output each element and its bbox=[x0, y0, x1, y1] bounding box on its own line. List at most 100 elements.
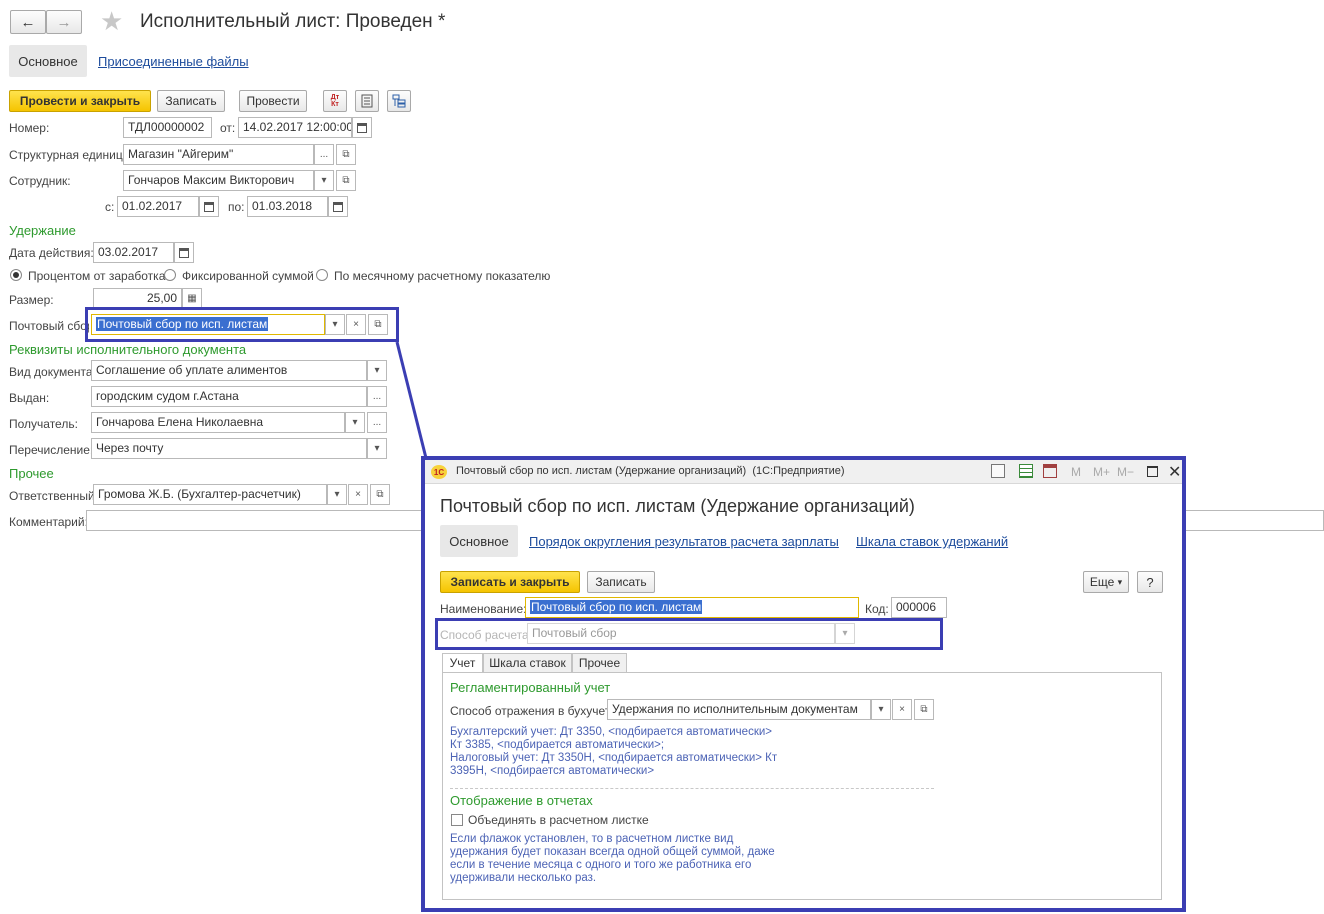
accounting-line: Бухгалтерский учет: Дт 3350, <подбираетс… bbox=[450, 726, 772, 738]
open-icon[interactable]: ⧉ bbox=[336, 144, 356, 165]
calendar-icon[interactable] bbox=[1043, 464, 1057, 478]
maximize-icon[interactable] bbox=[1147, 466, 1158, 477]
dialog-tab-main[interactable]: Основное bbox=[440, 525, 518, 557]
select-ellipsis-icon[interactable]: ... bbox=[367, 412, 387, 433]
radio-fixed[interactable] bbox=[164, 269, 176, 281]
radio-mrp[interactable] bbox=[316, 269, 328, 281]
highlight-frame-postal bbox=[85, 307, 399, 342]
code-label: Код: bbox=[865, 602, 889, 616]
doc-type-label: Вид документа: bbox=[9, 365, 96, 379]
radio-mrp-label: По месячному расчетному показателю bbox=[334, 269, 551, 283]
period-from-field[interactable]: 01.02.2017 bbox=[117, 196, 199, 217]
combine-checkbox[interactable] bbox=[451, 814, 463, 826]
app-logo-icon: 1С bbox=[431, 465, 447, 479]
inner-tab-other[interactable]: Прочее bbox=[572, 653, 627, 673]
dialog-window: 1С Почтовый сбор по исп. листам (Удержан… bbox=[421, 456, 1186, 912]
print-icon[interactable] bbox=[991, 464, 1005, 478]
combine-label: Объединять в расчетном листке bbox=[468, 813, 649, 827]
note-line: Если флажок установлен, то в расчетном л… bbox=[450, 833, 734, 845]
comment-field[interactable] bbox=[86, 510, 424, 531]
app-logo-text: 1С bbox=[433, 467, 445, 477]
clear-icon[interactable]: × bbox=[348, 484, 368, 505]
tab-main-label: Основное bbox=[18, 53, 78, 69]
star-icon[interactable]: ★ bbox=[100, 6, 123, 37]
period-from-label: с: bbox=[105, 200, 115, 214]
period-to-field[interactable]: 01.03.2018 bbox=[247, 196, 328, 217]
section-reports: Отображение в отчетах bbox=[450, 793, 593, 808]
save-button[interactable]: Записать bbox=[157, 90, 225, 112]
dialog-titlebar: 1С Почтовый сбор по исп. листам (Удержан… bbox=[425, 460, 1182, 484]
code-field[interactable]: 000006 bbox=[891, 597, 947, 618]
reflect-field[interactable]: Удержания по исполнительным документам bbox=[607, 699, 871, 720]
size-field[interactable]: 25,00 bbox=[93, 288, 182, 309]
dialog-save-button[interactable]: Записать bbox=[587, 571, 655, 593]
calculator-icon[interactable]: ▦ bbox=[182, 288, 202, 309]
inner-tab-scale[interactable]: Шкала ставок bbox=[483, 653, 572, 673]
section-deduction: Удержание bbox=[9, 223, 76, 238]
memory-mminus-button[interactable]: M− bbox=[1117, 465, 1134, 479]
open-icon[interactable]: ⧉ bbox=[336, 170, 356, 191]
memory-m-button[interactable]: M bbox=[1071, 465, 1081, 479]
employee-field[interactable]: Гончаров Максим Викторович bbox=[123, 170, 314, 191]
radio-percent[interactable] bbox=[10, 269, 22, 281]
action-date-label: Дата действия: bbox=[9, 246, 94, 260]
forward-button[interactable]: → bbox=[46, 10, 82, 34]
issued-label: Выдан: bbox=[9, 391, 50, 405]
more-button[interactable]: Еще ▾ bbox=[1083, 571, 1129, 593]
calendar-icon[interactable] bbox=[328, 196, 348, 217]
post-and-close-button[interactable]: Провести и закрыть bbox=[9, 90, 151, 112]
radio-fixed-label: Фиксированной суммой bbox=[182, 269, 314, 283]
inner-tab-account[interactable]: Учет bbox=[442, 653, 483, 673]
save-and-close-button[interactable]: Записать и закрыть bbox=[440, 571, 580, 593]
name-field[interactable]: Почтовый сбор по исп. листам bbox=[525, 597, 859, 618]
help-button[interactable]: ? bbox=[1137, 571, 1163, 593]
dtkt-icon-text: Дт Кт bbox=[330, 94, 340, 108]
responsible-field[interactable]: Громова Ж.Б. (Бухгалтер-расчетчик) bbox=[93, 484, 327, 505]
recipient-field[interactable]: Гончарова Елена Николаевна bbox=[91, 412, 345, 433]
chevron-down-icon[interactable] bbox=[345, 412, 365, 433]
open-icon[interactable]: ⧉ bbox=[370, 484, 390, 505]
issued-field[interactable]: городским судом г.Астана bbox=[91, 386, 367, 407]
back-button[interactable]: ← bbox=[10, 10, 46, 34]
spreadsheet-icon[interactable] bbox=[1019, 464, 1033, 478]
post-button[interactable]: Провести bbox=[239, 90, 307, 112]
number-field[interactable]: ТДЛ00000002 bbox=[123, 117, 212, 138]
action-date-field[interactable]: 03.02.2017 bbox=[93, 242, 174, 263]
comment-field-overflow bbox=[1180, 510, 1324, 531]
chevron-down-icon[interactable] bbox=[314, 170, 334, 191]
dtkt-icon[interactable]: Дт Кт bbox=[323, 90, 347, 112]
structure-icon[interactable] bbox=[387, 90, 411, 112]
unit-label: Структурная единица: bbox=[9, 148, 133, 162]
unit-field[interactable]: Магазин "Айгерим" bbox=[123, 144, 314, 165]
radio-percent-label: Процентом от заработка bbox=[28, 269, 166, 283]
dialog-tab-scale[interactable]: Шкала ставок удержаний bbox=[856, 534, 1008, 549]
tab-attached-files[interactable]: Присоединенные файлы bbox=[98, 54, 249, 69]
dialog-tab-rounding[interactable]: Порядок округления результатов расчета з… bbox=[529, 534, 839, 549]
select-ellipsis-icon[interactable]: ... bbox=[314, 144, 334, 165]
highlight-frame-method bbox=[435, 618, 943, 650]
doc-type-field[interactable]: Соглашение об уплате алиментов bbox=[91, 360, 367, 381]
chevron-down-icon[interactable] bbox=[367, 360, 387, 381]
date-field[interactable]: 14.02.2017 12:00:00 bbox=[238, 117, 352, 138]
dialog-title: Почтовый сбор по исп. листам (Удержание … bbox=[440, 496, 915, 516]
reflect-label: Способ отражения в бухучете: bbox=[450, 704, 621, 718]
close-icon[interactable]: ✕ bbox=[1168, 462, 1181, 482]
open-icon[interactable]: ⧉ bbox=[914, 699, 934, 720]
calendar-icon[interactable] bbox=[174, 242, 194, 263]
responsible-label: Ответственный: bbox=[9, 489, 99, 503]
memory-mplus-button[interactable]: M+ bbox=[1093, 465, 1110, 479]
transfer-field[interactable]: Через почту bbox=[91, 438, 367, 459]
transfer-label: Перечисление: bbox=[9, 443, 94, 457]
section-doc: Реквизиты исполнительного документа bbox=[9, 342, 247, 357]
clear-icon[interactable]: × bbox=[892, 699, 912, 720]
chevron-down-icon[interactable] bbox=[367, 438, 387, 459]
note-line: удержания будет показан всегда одной общ… bbox=[450, 846, 775, 858]
select-ellipsis-icon[interactable]: ... bbox=[367, 386, 387, 407]
calendar-icon[interactable] bbox=[352, 117, 372, 138]
chevron-down-icon[interactable] bbox=[327, 484, 347, 505]
postal-label: Почтовый сбор: bbox=[9, 319, 89, 333]
tab-main[interactable]: Основное bbox=[9, 45, 87, 77]
chevron-down-icon[interactable] bbox=[871, 699, 891, 720]
calendar-icon[interactable] bbox=[199, 196, 219, 217]
list-icon[interactable] bbox=[355, 90, 379, 112]
